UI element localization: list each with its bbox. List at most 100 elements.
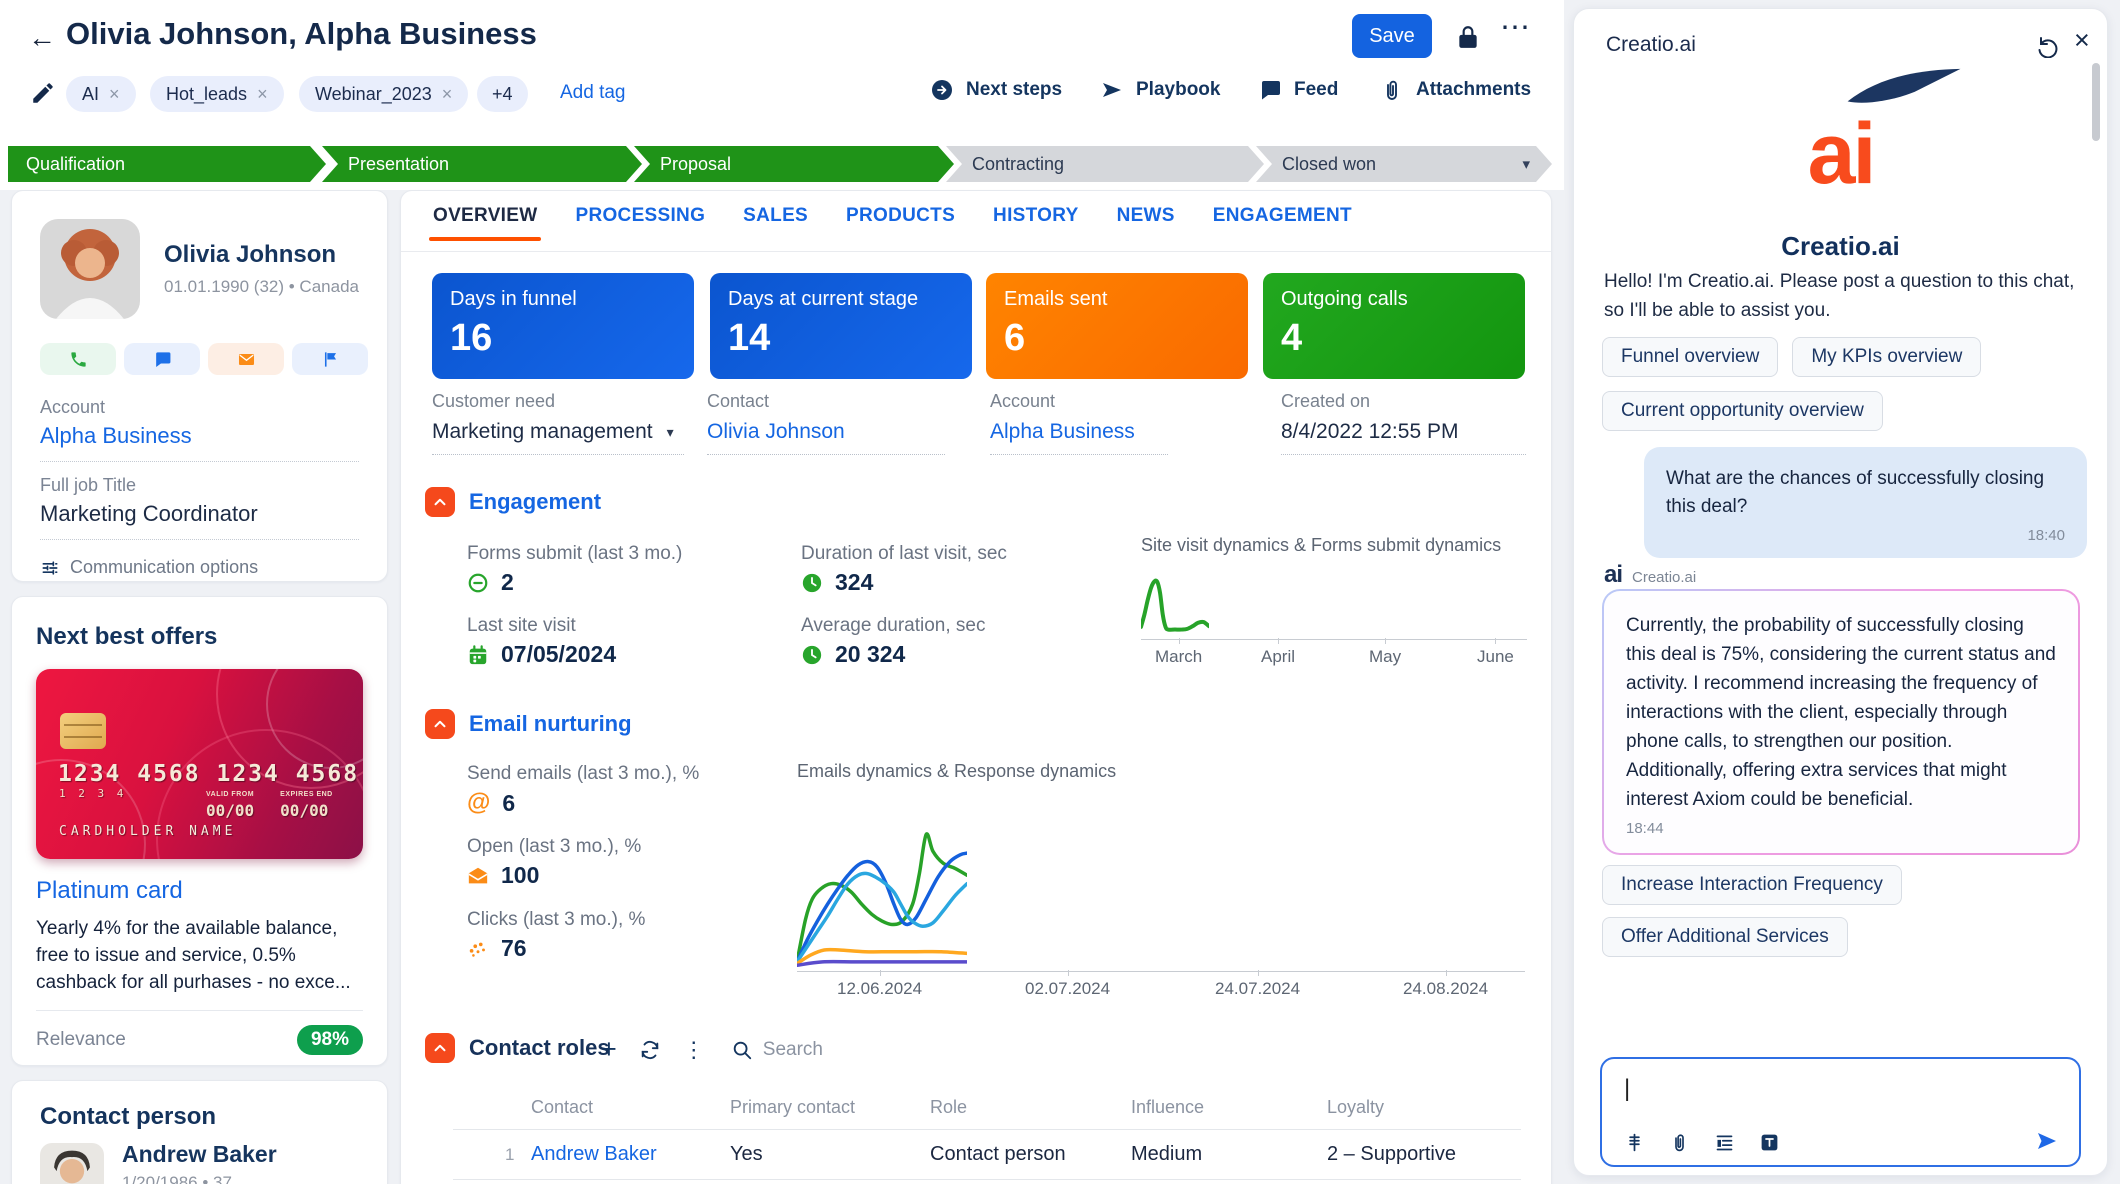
collapse-icon[interactable]	[425, 1033, 455, 1063]
tab-engagement[interactable]: ENGAGEMENT	[1213, 205, 1352, 241]
column-header[interactable]: Loyalty	[1327, 1097, 1384, 1118]
add-record-button[interactable]: +	[601, 1036, 617, 1063]
lock-icon[interactable]	[1455, 24, 1481, 50]
x-tick: 24.07.2024	[1215, 979, 1300, 999]
phone-icon	[69, 350, 88, 369]
kpi-value: 4	[1281, 317, 1507, 360]
metric-value: 76	[467, 935, 527, 962]
search-icon[interactable]	[731, 1039, 753, 1061]
tab-overview[interactable]: OVERVIEW	[433, 205, 537, 241]
ai-brand-title: Creatio.ai	[1574, 231, 2107, 262]
funnel-stage-presentation[interactable]: Presentation	[322, 146, 642, 182]
refresh-icon[interactable]	[639, 1039, 661, 1061]
reset-chat-icon[interactable]	[2036, 34, 2060, 58]
suggestion-kpis-overview[interactable]: My KPIs overview	[1792, 337, 1981, 377]
suggestion-opportunity-overview[interactable]: Current opportunity overview	[1602, 391, 1883, 431]
site-visit-chart: Site visit dynamics & Forms submit dynam…	[1141, 535, 1527, 665]
add-tag-button[interactable]: Add tag	[560, 82, 626, 104]
funnel-stage-proposal[interactable]: Proposal	[634, 146, 954, 182]
communication-options-button[interactable]: Communication options	[40, 557, 258, 578]
column-header[interactable]: Contact	[531, 1097, 593, 1118]
metric-value: @ 6	[467, 789, 515, 817]
flag-button[interactable]	[292, 343, 368, 375]
column-header[interactable]: Role	[930, 1097, 967, 1118]
account-link[interactable]: Alpha Business	[990, 420, 1168, 455]
cardholder-name: CARDHOLDER NAME	[59, 824, 236, 839]
funnel-stage-closed-won[interactable]: Closed won ▾	[1256, 146, 1552, 182]
tag-pill[interactable]: Webinar_2023 ×	[299, 76, 468, 112]
tab-news[interactable]: NEWS	[1117, 205, 1175, 241]
remove-tag-icon[interactable]: ×	[442, 84, 453, 105]
template-icon[interactable]	[1714, 1132, 1735, 1153]
feed-button[interactable]: Feed	[1258, 78, 1338, 102]
call-button[interactable]	[40, 343, 116, 375]
contact-person-name[interactable]: Andrew Baker	[122, 1141, 277, 1168]
tags-overflow-badge[interactable]: +4	[477, 76, 528, 112]
attachments-button[interactable]: Attachments	[1380, 78, 1531, 102]
more-actions-button[interactable]: ⋯	[1500, 10, 1532, 45]
playbook-button[interactable]: Playbook	[1100, 78, 1220, 102]
suggestion-offer-services[interactable]: Offer Additional Services	[1602, 917, 1848, 957]
funnel-stage-contracting[interactable]: Contracting	[946, 146, 1264, 182]
user-message-text: What are the chances of successfully clo…	[1666, 465, 2065, 521]
suggestions-row: Current opportunity overview	[1602, 391, 1883, 431]
divider	[36, 1010, 363, 1011]
stage-label: Contracting	[972, 154, 1064, 175]
tags-row: AI × Hot_leads × Webinar_2023 × +4 Add t…	[0, 76, 1560, 112]
edit-tags-icon[interactable]	[30, 80, 56, 106]
stage-dropdown-icon[interactable]: ▾	[1522, 155, 1530, 173]
contact-profile-card: Olivia Johnson 01.01.1990 (32) • Canada …	[11, 190, 388, 582]
collapse-icon[interactable]	[425, 709, 455, 739]
contact-person-meta: 1/20/1986 • 37	[122, 1173, 232, 1184]
account-link[interactable]: Alpha Business	[40, 423, 192, 449]
chat-button[interactable]	[124, 343, 200, 375]
metric-value: 100	[467, 862, 539, 889]
field-value: 8/4/2022 12:55 PM	[1281, 420, 1526, 455]
column-header[interactable]: Influence	[1131, 1097, 1204, 1118]
attach-file-icon[interactable]	[1669, 1132, 1690, 1153]
email-button[interactable]	[208, 343, 284, 375]
forms-icon	[467, 572, 489, 594]
tab-processing[interactable]: PROCESSING	[575, 205, 705, 241]
column-header[interactable]: Primary contact	[730, 1097, 855, 1118]
tab-products[interactable]: PRODUCTS	[846, 205, 955, 241]
tab-history[interactable]: HISTORY	[993, 205, 1079, 241]
kebab-menu-icon[interactable]: ⋮	[683, 1037, 705, 1063]
text-style-icon[interactable]	[1759, 1132, 1780, 1153]
offer-name-link[interactable]: Platinum card	[36, 877, 363, 905]
tag-pill[interactable]: AI ×	[66, 76, 136, 112]
divider	[453, 1179, 1521, 1180]
funnel-stage-qualification[interactable]: Qualification	[8, 146, 326, 182]
account-label: Account	[40, 397, 105, 418]
tab-sales[interactable]: SALES	[743, 205, 808, 241]
tag-pill[interactable]: Hot_leads ×	[150, 76, 284, 112]
save-button[interactable]: Save	[1352, 14, 1432, 58]
clock-icon	[801, 572, 823, 594]
send-button[interactable]	[2035, 1129, 2059, 1153]
email-nurturing-section-header[interactable]: Email nurturing	[425, 709, 632, 739]
metric-value: 324	[801, 569, 873, 596]
insert-field-icon[interactable]	[1624, 1132, 1645, 1153]
message-time: 18:44	[1626, 820, 2056, 841]
contact-link[interactable]: Olivia Johnson	[707, 420, 945, 455]
remove-tag-icon[interactable]: ×	[257, 84, 268, 105]
ai-message-text: Currently, the probability of successful…	[1626, 611, 2056, 814]
back-button[interactable]: ←	[28, 22, 56, 54]
chat-input[interactable]: |	[1600, 1057, 2081, 1167]
next-steps-button[interactable]: Next steps	[930, 78, 1062, 102]
suggestion-increase-frequency[interactable]: Increase Interaction Frequency	[1602, 865, 1902, 905]
dropdown-icon[interactable]: ▾	[667, 424, 674, 441]
open-mail-icon	[467, 865, 489, 887]
engagement-section-header[interactable]: Engagement	[425, 487, 601, 517]
collapse-icon[interactable]	[425, 487, 455, 517]
suggestion-funnel-overview[interactable]: Funnel overview	[1602, 337, 1778, 377]
customer-need-select[interactable]: Marketing management ▾	[432, 420, 684, 455]
search-input[interactable]	[763, 1039, 913, 1061]
row-primary: Yes	[730, 1143, 763, 1166]
x-tick: March	[1155, 647, 1202, 667]
row-contact-link[interactable]: Andrew Baker	[531, 1143, 657, 1166]
remove-tag-icon[interactable]: ×	[109, 84, 120, 105]
x-tick: 12.06.2024	[837, 979, 922, 999]
close-panel-icon[interactable]: ×	[2074, 25, 2090, 56]
ai-author-name: Creatio.ai	[1632, 569, 1696, 586]
